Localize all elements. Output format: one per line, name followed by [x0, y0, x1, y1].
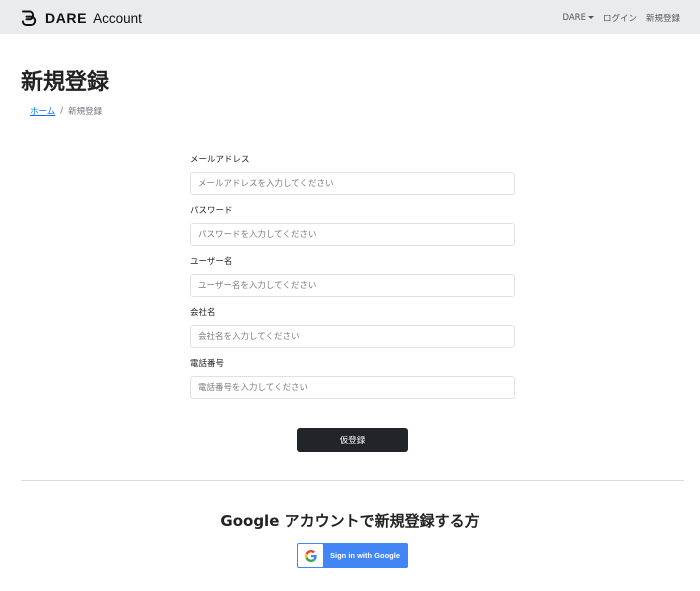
- brand-link[interactable]: DARE Account: [20, 9, 142, 27]
- breadcrumb-separator: /: [60, 106, 64, 116]
- nav-login-link[interactable]: ログイン: [603, 12, 637, 24]
- breadcrumb-home-link[interactable]: ホーム: [30, 105, 55, 117]
- dare-logo-icon: [21, 10, 37, 26]
- google-signin-label: Sign in with Google: [330, 551, 400, 560]
- password-label: パスワード: [190, 206, 233, 216]
- brand-suffix: Account: [93, 10, 142, 26]
- company-input[interactable]: [190, 325, 515, 348]
- breadcrumb: ホーム / 新規登録: [30, 105, 102, 117]
- email-field-group: メールアドレス: [190, 154, 515, 205]
- navbar: DARE Account DARE ログイン 新規登録: [0, 0, 700, 34]
- google-signin-button[interactable]: Sign in with Google: [297, 543, 408, 568]
- phone-input[interactable]: [190, 376, 515, 399]
- phone-label: 電話番号: [190, 359, 225, 369]
- username-input[interactable]: [190, 274, 515, 297]
- google-signup-heading: Google アカウントで新規登録する方: [220, 512, 480, 530]
- nav-dare-dropdown[interactable]: DARE: [562, 13, 594, 23]
- nav-dare-label: DARE: [562, 13, 586, 23]
- section-divider: [21, 480, 684, 481]
- password-input[interactable]: [190, 223, 515, 246]
- signup-form: メールアドレス パスワード ユーザー名 会社名 電話番号: [190, 154, 515, 409]
- email-input[interactable]: [190, 172, 515, 195]
- provisional-register-button[interactable]: 仮登録: [297, 428, 408, 452]
- nav-signup-link[interactable]: 新規登録: [646, 12, 680, 24]
- google-g-icon: [304, 549, 317, 562]
- page-title: 新規登録: [21, 70, 110, 95]
- password-field-group: パスワード: [190, 205, 515, 256]
- company-field-group: 会社名: [190, 307, 515, 358]
- google-logo-box: [298, 544, 323, 567]
- phone-field-group: 電話番号: [190, 358, 515, 409]
- breadcrumb-current: 新規登録: [68, 107, 103, 117]
- company-label: 会社名: [190, 308, 216, 318]
- brand-name: DARE: [45, 10, 88, 26]
- email-label: メールアドレス: [190, 155, 250, 165]
- username-label: ユーザー名: [190, 257, 233, 267]
- nav-menu: DARE ログイン 新規登録: [553, 12, 680, 24]
- caret-down-icon: [587, 16, 594, 19]
- username-field-group: ユーザー名: [190, 256, 515, 307]
